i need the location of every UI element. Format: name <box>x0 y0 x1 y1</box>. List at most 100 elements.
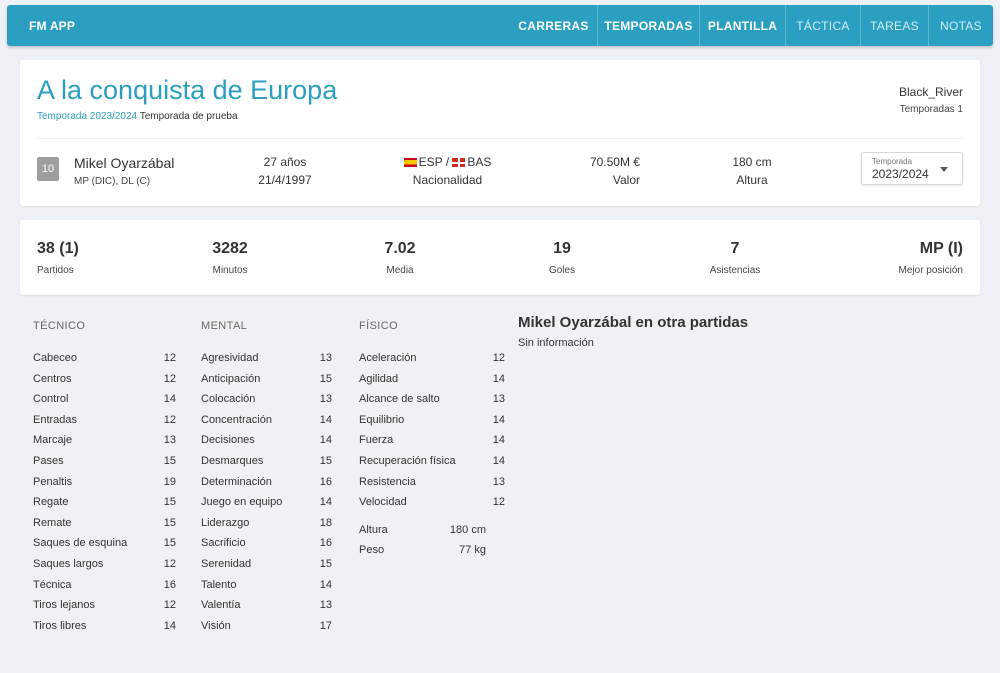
spain-flag-icon <box>403 158 417 167</box>
attr-row: Velocidad 12 <box>359 495 505 516</box>
attr-name: Centros <box>33 372 72 385</box>
attr-name: Fuerza <box>359 434 394 447</box>
player-height: 180 cm <box>732 155 772 169</box>
player-height-block: 180 cm Altura <box>720 155 784 187</box>
attr-row: Resistencia 13 <box>359 475 505 496</box>
attr-value: 15 <box>319 557 332 570</box>
season-select[interactable]: Temporada 2023/2024 <box>861 152 963 185</box>
attr-value: 13 <box>319 599 332 612</box>
attr-row: Juego en equipo 14 <box>201 495 332 516</box>
header-divider <box>37 138 963 139</box>
attr-name: Determinación <box>201 475 272 488</box>
attr-name: Tiros lejanos <box>33 599 95 612</box>
nav-item-plantilla[interactable]: PLANTILLA <box>699 5 785 46</box>
attr-section-title: TÉCNICO <box>33 320 86 332</box>
nationality-label: Nacionalidad <box>412 173 483 187</box>
attr-name: Tiros libres <box>33 619 87 632</box>
attr-name: Control <box>33 393 69 406</box>
height-label: Altura <box>736 173 768 187</box>
stat-media: 7.02 Media <box>384 240 416 276</box>
attr-name: Remate <box>33 516 72 529</box>
attr-row: Equilibrio 14 <box>359 413 505 434</box>
attr-name: Equilibrio <box>359 413 405 426</box>
chevron-down-icon <box>940 167 948 172</box>
basque-flag-icon <box>452 158 466 167</box>
attr-value: 13 <box>163 434 176 447</box>
attr-row: Agresividad 13 <box>201 351 332 372</box>
nav-item-notas[interactable]: NOTAS <box>928 5 993 46</box>
attr-row: Control 14 <box>33 392 176 413</box>
attr-row: Serenidad 15 <box>201 557 332 578</box>
attr-row: Cabeceo 12 <box>33 351 176 372</box>
attr-value: 14 <box>319 413 332 426</box>
attr-row: Técnica 16 <box>33 578 176 599</box>
stat-mejor-posicion: MP (I) Mejor posición <box>898 240 963 276</box>
attr-row: Tiros libres 14 <box>33 619 176 640</box>
attr-row: Determinación 16 <box>201 475 332 496</box>
attr-value: 12 <box>492 496 505 509</box>
user-seasons-count: Temporadas 1 <box>899 104 963 115</box>
attr-name: Liderazgo <box>201 516 250 529</box>
nav-item-tareas[interactable]: TAREAS <box>860 5 928 46</box>
attr-row: Regate 15 <box>33 495 176 516</box>
attr-name: Decisiones <box>201 434 255 447</box>
player-positions: MP (DIC), DL (C) <box>74 176 151 187</box>
attr-row: Valentía 13 <box>201 598 332 619</box>
attr-name: Agilidad <box>359 372 399 385</box>
attr-row: Aceleración 12 <box>359 351 505 372</box>
attr-name: Técnica <box>33 578 72 591</box>
nav-item-temporadas[interactable]: TEMPORADAS <box>597 5 699 46</box>
season-select-value: 2023/2024 <box>872 167 929 181</box>
season-link[interactable]: Temporada 2023/2024 <box>37 111 137 122</box>
attr-name: Sacrificio <box>201 537 246 550</box>
attr-value: 15 <box>163 496 176 509</box>
nav-item-carreras[interactable]: CARRERAS <box>510 5 597 46</box>
attr-value: 13 <box>319 393 332 406</box>
attr-value: 16 <box>319 475 332 488</box>
stat-asistencias: 7 Asistencias <box>709 240 761 276</box>
attr-value: 14 <box>492 454 505 467</box>
attr-name: Aceleración <box>359 352 417 364</box>
username: Black_River <box>898 85 963 99</box>
attr-value: 13 <box>319 352 332 364</box>
attr-value: 14 <box>492 372 505 385</box>
user-info: Black_River Temporadas 1 <box>899 85 963 115</box>
attr-row: Fuerza 14 <box>359 433 505 454</box>
attr-row: Decisiones 14 <box>201 433 332 454</box>
attr-value: 15 <box>163 537 176 550</box>
attr-name: Alcance de salto <box>359 393 440 406</box>
attr-value: 180 cm <box>449 523 486 536</box>
attr-value: 12 <box>163 413 176 426</box>
attr-name: Agresividad <box>201 352 259 364</box>
attr-list: Agresividad 13 Anticipación 15 Colocación 13 C… <box>201 351 332 639</box>
attr-value: 13 <box>492 393 505 406</box>
app-brand[interactable]: FM APP <box>29 19 75 33</box>
attr-value: 12 <box>163 599 176 612</box>
attr-value: 14 <box>492 413 505 426</box>
attr-value: 16 <box>163 578 176 591</box>
attr-row: Sacrificio 16 <box>201 536 332 557</box>
attr-row: Agilidad 14 <box>359 372 505 393</box>
attr-name: Velocidad <box>359 496 407 509</box>
attr-value: 16 <box>319 537 332 550</box>
stat-minutos: 3282 Minutos <box>212 240 248 276</box>
attr-row: Tiros lejanos 12 <box>33 598 176 619</box>
player-value-block: 70.50M € Valor <box>580 155 640 187</box>
stat-goles: 19 Goles <box>548 240 576 276</box>
attributes-mental: MENTAL Agresividad 13 Anticipación 15 Coloca… <box>201 320 332 639</box>
attr-row: Pases 15 <box>33 454 176 475</box>
attr-value: 12 <box>163 352 176 364</box>
attr-name: Regate <box>33 496 69 509</box>
attr-value: 17 <box>319 619 332 632</box>
attr-row: Liderazgo 18 <box>201 516 332 537</box>
attr-name: Talento <box>201 578 237 591</box>
nav-item-tactica[interactable]: TÁCTICA <box>785 5 860 46</box>
attr-value: 12 <box>163 557 176 570</box>
attr-name: Colocación <box>201 393 256 406</box>
attr-name: Saques de esquina <box>33 537 128 550</box>
attr-value: 14 <box>319 578 332 591</box>
shirt-number-badge: 10 <box>37 157 59 181</box>
season-stats-card: 38 (1) Partidos 3282 Minutos 7.02 Media … <box>20 220 980 295</box>
physical-measures: Altura 180 cm Peso 77 kg <box>359 523 486 564</box>
attr-row: Colocación 13 <box>201 392 332 413</box>
